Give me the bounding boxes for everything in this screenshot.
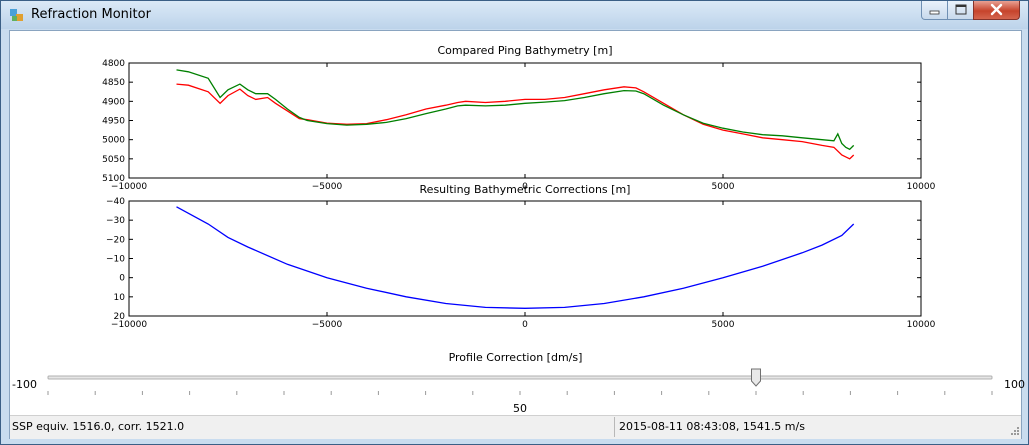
series-line-green	[176, 69, 855, 151]
client-area: Compared Ping Bathymetry [m] −10000 −5000 0…	[9, 30, 1025, 439]
series-line-blue	[176, 206, 855, 309]
chart-1: Compared Ping Bathymetry [m]−10000 −5000 0…	[102, 44, 935, 192]
y-tick-label: −40	[106, 197, 125, 207]
slider-value-label: 50	[513, 402, 527, 415]
x-tick-label: −5000	[312, 182, 343, 192]
x-tick-label: 0	[522, 320, 528, 330]
plot-frame	[128, 62, 922, 179]
y-tick-label: −20	[106, 235, 125, 245]
series-line-red	[176, 83, 855, 160]
chart-title: Resulting Bathymetric Corrections [m]	[420, 183, 631, 196]
maximize-button[interactable]	[947, 1, 974, 20]
y-tick-label: 4950	[102, 117, 125, 127]
slider-thumb[interactable]	[751, 368, 761, 387]
y-tick-label: 4900	[102, 97, 125, 107]
minimize-button[interactable]	[921, 1, 948, 20]
app-icon	[10, 9, 23, 21]
slider-track	[47, 375, 993, 380]
close-button[interactable]	[973, 1, 1020, 20]
x-tick-label: 10000	[907, 182, 936, 192]
window-title: Refraction Monitor	[31, 7, 151, 22]
y-tick-label: 20	[114, 312, 126, 322]
y-tick-label: 4850	[102, 78, 125, 88]
y-tick-label: 10	[114, 293, 126, 303]
status-sound-speed-text: SSP equiv. 1516.0, corr. 1521.0	[12, 420, 185, 433]
profile-correction-slider-area: Profile Correction [dm/s] -100 100 50	[10, 347, 1025, 419]
status-timestamp-text: 2015-08-11 08:43:08, 1541.5 m/s	[619, 420, 805, 433]
x-tick-label: 10000	[907, 320, 936, 330]
title-bar[interactable]: Refraction Monitor	[1, 1, 1028, 29]
close-icon	[990, 3, 1003, 16]
chart-title: Compared Ping Bathymetry [m]	[438, 44, 613, 57]
chart-2: Resulting Bathymetric Corrections [m] −10…	[106, 183, 936, 330]
y-tick-label: −10	[106, 255, 125, 265]
x-tick-label: 5000	[712, 182, 735, 192]
y-tick-label: −30	[106, 216, 125, 226]
y-tick-label: 5050	[102, 155, 125, 165]
maximize-icon	[955, 4, 967, 15]
refraction-monitor-window: Refraction Monitor Compared Ping Bathyme…	[0, 0, 1029, 445]
minimize-icon	[929, 10, 940, 15]
x-tick-label: 5000	[712, 320, 735, 330]
y-tick-label: 5100	[102, 174, 125, 184]
x-tick-label: −5000	[312, 320, 343, 330]
y-tick-label: 0	[119, 274, 125, 284]
plots-canvas: Compared Ping Bathymetry [m]−10000 −5000 0…	[102, 44, 936, 330]
y-tick-label: 4800	[102, 59, 125, 69]
y-tick-label: 5000	[102, 136, 125, 146]
plot-frame	[128, 200, 922, 317]
status-bar: SSP equiv. 1516.0, corr. 1521.0 2015-08-…	[10, 415, 1021, 439]
status-divider	[614, 417, 615, 437]
resize-grip-icon[interactable]	[1010, 426, 1020, 436]
